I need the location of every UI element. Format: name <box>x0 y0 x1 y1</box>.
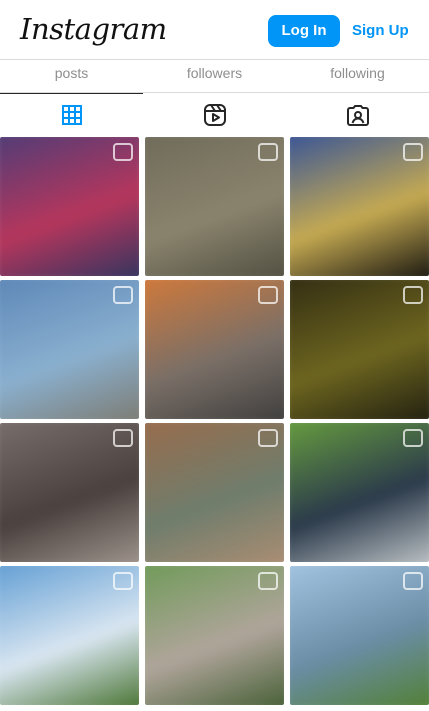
reel-badge-icon <box>113 572 133 590</box>
post-thumbnail[interactable] <box>290 423 429 562</box>
post-thumbnail[interactable] <box>290 137 429 276</box>
post-thumbnail[interactable] <box>0 137 139 276</box>
post-thumbnail[interactable] <box>290 280 429 419</box>
reel-badge-icon <box>403 143 423 161</box>
posts-grid-icon <box>61 105 82 125</box>
reel-badge-icon <box>403 286 423 304</box>
tab-tagged[interactable] <box>286 93 429 137</box>
reel-badge-icon <box>403 429 423 447</box>
reel-badge-icon <box>258 429 278 447</box>
post-grid <box>0 137 429 705</box>
log-in-button[interactable]: Log In <box>268 15 340 47</box>
post-thumbnail[interactable] <box>145 137 284 276</box>
stat-posts[interactable]: posts <box>0 60 143 92</box>
sign-up-link[interactable]: Sign Up <box>352 15 409 47</box>
stat-following[interactable]: following <box>286 60 429 92</box>
post-thumbnail[interactable] <box>145 423 284 562</box>
reel-badge-icon <box>113 143 133 161</box>
reel-badge-icon <box>258 143 278 161</box>
post-thumbnail[interactable] <box>145 280 284 419</box>
post-thumbnail[interactable] <box>0 423 139 562</box>
reels-icon <box>203 104 226 126</box>
reel-badge-icon <box>258 286 278 304</box>
reel-badge-icon <box>403 572 423 590</box>
post-thumbnail[interactable] <box>290 566 429 705</box>
reel-badge-icon <box>113 429 133 447</box>
reel-badge-icon <box>258 572 278 590</box>
profile-tabs <box>0 93 429 137</box>
tab-posts[interactable] <box>0 93 143 137</box>
stat-followers[interactable]: followers <box>143 60 286 92</box>
profile-stats: posts followers following <box>0 60 429 93</box>
instagram-logo[interactable]: Instagram <box>20 12 167 46</box>
post-thumbnail[interactable] <box>0 566 139 705</box>
post-thumbnail[interactable] <box>145 566 284 705</box>
post-thumbnail[interactable] <box>0 280 139 419</box>
top-bar: Instagram Log In Sign Up <box>0 0 429 60</box>
tab-reels[interactable] <box>143 93 286 137</box>
tagged-icon <box>346 105 369 126</box>
reel-badge-icon <box>113 286 133 304</box>
